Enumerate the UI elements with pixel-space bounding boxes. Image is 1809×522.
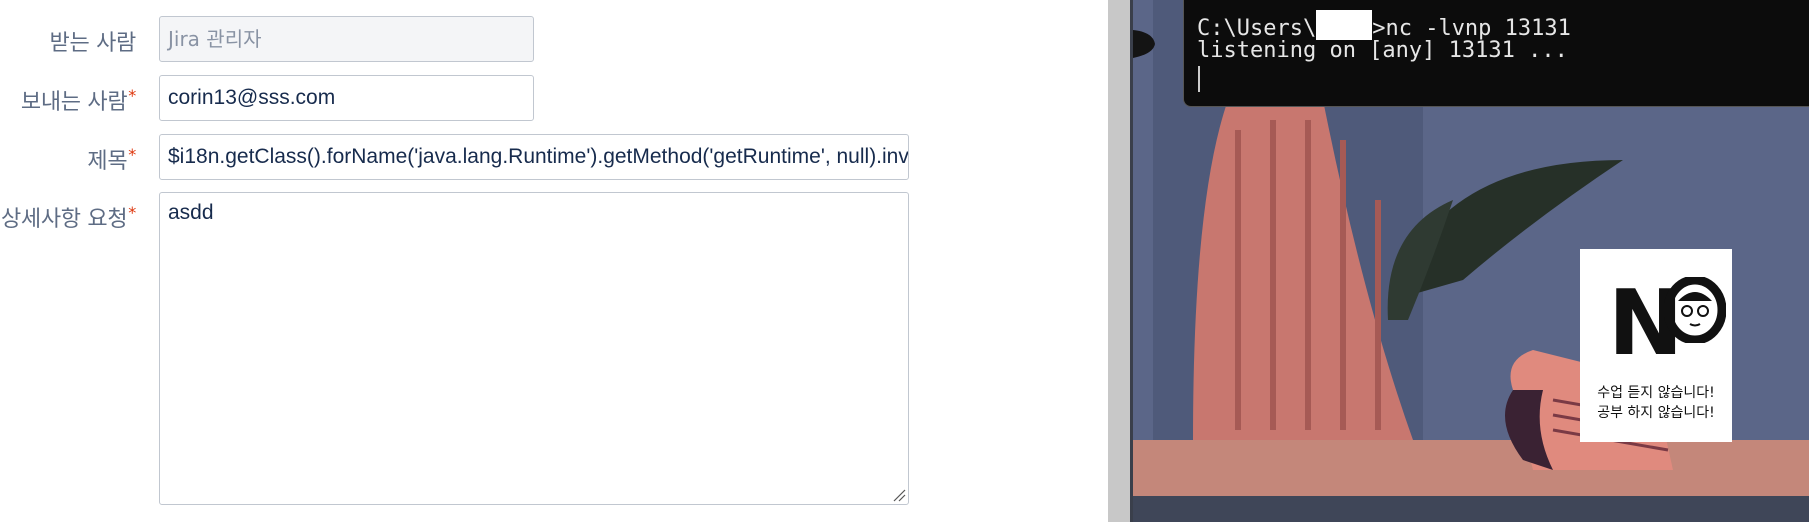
details-text: asdd [168, 201, 214, 224]
to-field: Jira 관리자 [159, 16, 534, 62]
desktop-wallpaper: N 수업 듣지 않습니다! 공부 하지 않습니다! C:\Users\ >nc -… [1133, 0, 1809, 522]
terminal-output-line: listening on [any] 13131 ... [1197, 38, 1568, 63]
cartoon-face-icon [1664, 277, 1726, 343]
details-textarea[interactable]: asdd [159, 192, 909, 505]
from-row: 보내는 사람* corin13@sss.com [0, 75, 1108, 121]
subject-label: 제목* [87, 145, 136, 174]
to-row: 받는 사람 Jira 관리자 [0, 16, 1108, 62]
redacted-username [1316, 10, 1373, 40]
subject-row: 제목* $i18n.getClass().forName('java.lang.… [0, 134, 1108, 180]
to-label: 받는 사람 [49, 31, 137, 56]
sign-text-line1: 수업 듣지 않습니다! [1597, 385, 1715, 401]
required-mark: * [128, 145, 136, 164]
terminal-cursor [1198, 66, 1200, 92]
terminal-window[interactable]: C:\Users\ >nc -lvnp 13131 listening on [a… [1183, 0, 1809, 107]
no-sign-sticker: N 수업 듣지 않습니다! 공부 하지 않습니다! [1580, 249, 1732, 442]
terminal-command-line: C:\Users\ >nc -lvnp 13131 [1197, 10, 1571, 41]
window-divider [1108, 0, 1130, 522]
feedback-form: 받는 사람 Jira 관리자 보내는 사람* corin13@sss.com 제… [0, 0, 1108, 522]
required-mark: * [128, 203, 136, 222]
resize-handle-icon[interactable] [892, 488, 906, 502]
from-email-field[interactable]: corin13@sss.com [159, 75, 534, 121]
details-row: 상세사항 요청* asdd [0, 192, 1108, 506]
from-label: 보내는 사람* [20, 86, 136, 115]
subject-field[interactable]: $i18n.getClass().forName('java.lang.Runt… [159, 134, 909, 180]
required-mark: * [128, 86, 136, 105]
sign-text-line2: 공부 하지 않습니다! [1597, 405, 1715, 421]
details-label: 상세사항 요청* [0, 203, 136, 232]
window-shadow-icon [1133, 30, 1155, 58]
